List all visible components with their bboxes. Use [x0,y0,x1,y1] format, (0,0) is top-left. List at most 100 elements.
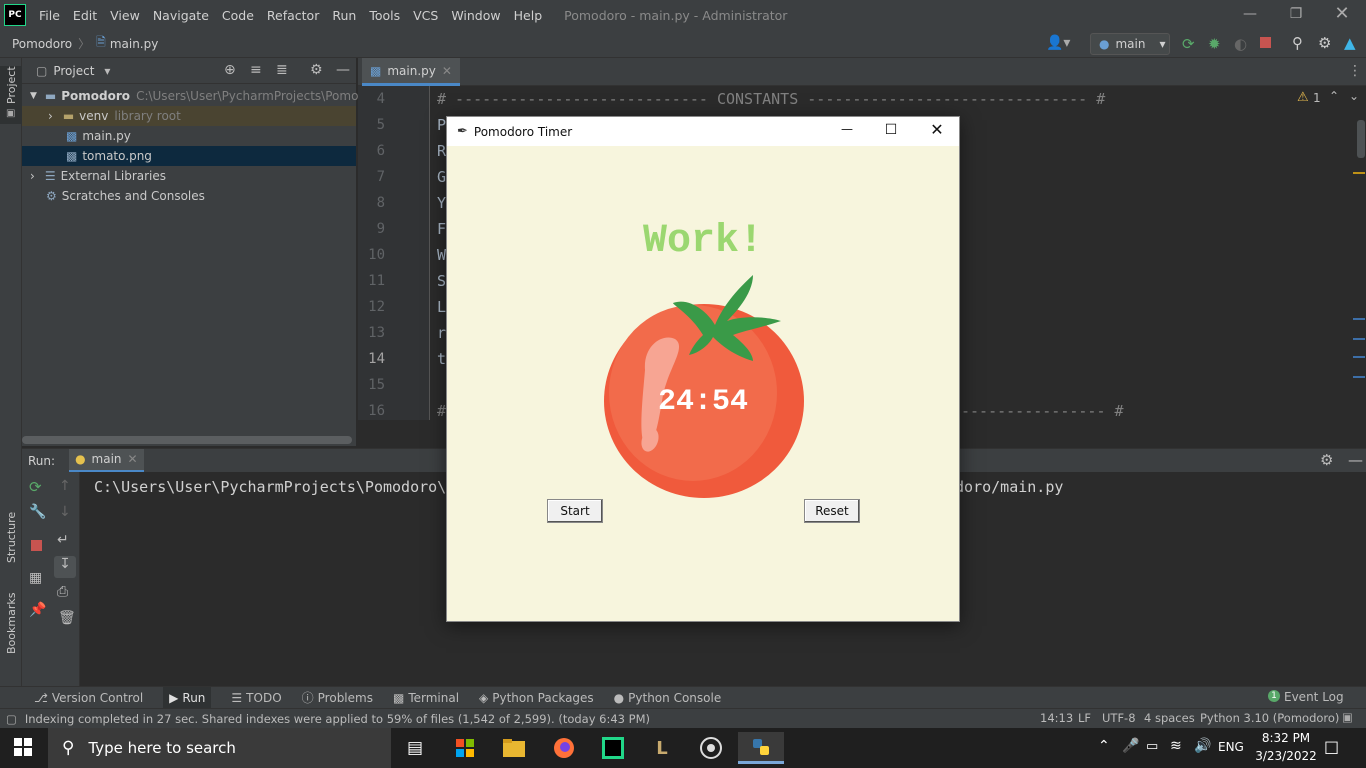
horizontal-scrollbar[interactable] [22,436,352,444]
restore-icon[interactable]: ❐ [1286,6,1306,24]
minimize-icon[interactable]: — [1240,6,1260,24]
close-tab-icon[interactable]: ✕ [128,452,138,466]
vertical-scrollbar[interactable] [1357,120,1365,158]
search-icon[interactable]: ⚲ [1292,34,1303,52]
scroll-to-end-icon[interactable]: ↧ [54,556,76,578]
settings-icon[interactable]: ⚙ [1320,451,1333,469]
event-log-button[interactable]: Event Log [1284,690,1344,704]
tree-item-venv[interactable]: › ▬ venv library root [22,106,356,126]
warning-icon[interactable]: ⚠ [1297,90,1309,105]
warning-stripe-marker[interactable] [1353,172,1365,174]
pycharm-taskbar-icon[interactable] [590,732,636,764]
python-app-icon[interactable] [738,732,784,764]
wrench-icon[interactable]: 🔧 [29,504,46,520]
breadcrumb-project[interactable]: Pomodoro [12,37,72,51]
menu-file[interactable]: File [39,8,60,23]
debug-icon[interactable]: ✹ [1208,35,1221,53]
locate-icon[interactable]: ⊕ [224,62,236,78]
tool-python-packages[interactable]: ◈ Python Packages [479,691,594,705]
firefox-icon[interactable] [541,732,587,764]
file-explorer-icon[interactable] [491,732,537,764]
stop-icon[interactable] [1260,37,1271,48]
bookmarks-tool-label[interactable]: Bookmarks [5,593,18,654]
hide-panel-icon[interactable]: — [336,62,350,78]
menu-window[interactable]: Window [451,8,500,23]
run-tab-main[interactable]: ● main ✕ [69,448,144,473]
breadcrumb-file[interactable]: main.py [110,37,159,51]
tool-run[interactable]: ▶ Run [163,686,212,709]
close-icon[interactable]: ✕ [927,120,947,140]
indent-setting[interactable]: 4 spaces [1144,711,1195,725]
arrow-down-icon[interactable]: ↓ [59,504,71,520]
stop-icon[interactable] [31,540,42,551]
menu-tools[interactable]: Tools [369,8,400,23]
project-tool-label[interactable]: Project [5,66,18,104]
settings-icon[interactable]: ⚙ [1318,34,1331,52]
expand-all-icon[interactable]: ≡ [250,62,262,78]
battery-icon[interactable]: ▭ [1146,739,1158,754]
layout-icon[interactable]: ▦ [29,570,42,586]
tree-item-external-libraries[interactable]: › ☰ External Libraries [22,166,356,186]
clock-time[interactable]: 8:32 PM [1256,731,1316,745]
collapse-all-icon[interactable]: ≣ [276,62,288,78]
start-button[interactable]: Start [547,499,603,523]
league-icon[interactable]: L [639,732,685,764]
tool-terminal[interactable]: ▩ Terminal [393,691,459,705]
menu-vcs[interactable]: VCS [413,8,438,23]
pin-icon[interactable]: 📌 [29,602,46,618]
lock-icon[interactable]: ▣ [1342,710,1353,724]
menu-view[interactable]: View [110,8,140,23]
hide-panel-icon[interactable]: — [1348,451,1363,469]
language-indicator[interactable]: ENG [1218,740,1244,754]
status-toggle-icon[interactable]: ▢ [6,712,17,726]
cursor-position[interactable]: 14:13 [1040,711,1073,725]
menu-help[interactable]: Help [514,8,543,23]
tool-version-control[interactable]: ⎇ Version Control [34,691,143,705]
python-interpreter[interactable]: Python 3.10 (Pomodoro) [1200,711,1339,725]
status-message[interactable]: Indexing completed in 27 sec. Shared ind… [25,712,650,726]
more-options-icon[interactable]: ⋮ [1348,63,1362,79]
menu-edit[interactable]: Edit [73,8,97,23]
run-configuration-select[interactable]: ● main ▾ [1090,33,1170,55]
tool-todo[interactable]: ☰ TODO [231,691,281,705]
jetbrains-toolbox-icon[interactable]: ▲ [1344,34,1356,52]
coverage-icon[interactable]: ◐ [1234,35,1247,53]
clock-date[interactable]: 3/23/2022 [1252,749,1320,763]
rerun-icon[interactable]: ⟳ [1182,35,1195,53]
arrow-up-icon[interactable]: ↑ [59,478,71,494]
close-icon[interactable]: ✕ [1332,3,1352,24]
structure-tool-label[interactable]: Structure [5,512,18,563]
rerun-icon[interactable]: ⟳ [29,478,42,496]
notification-icon[interactable]: □ [1324,737,1339,756]
windows-start-icon[interactable] [14,738,32,756]
soft-wrap-icon[interactable]: ↵ [57,532,69,548]
tool-python-console[interactable]: ● Python Console [614,691,722,705]
menu-run[interactable]: Run [332,8,356,23]
chevron-up-icon[interactable]: ⌃ [1329,89,1339,103]
close-tab-icon[interactable]: ✕ [442,64,452,78]
obs-icon[interactable] [688,732,734,764]
volume-icon[interactable]: 🔊 [1194,738,1211,754]
chevron-up-icon[interactable]: ⌃ [1098,738,1110,754]
chevron-down-icon[interactable]: ⌄ [1349,89,1359,103]
minimize-icon[interactable]: — [837,122,857,142]
wifi-icon[interactable]: ≋ [1170,738,1182,754]
chevron-down-icon[interactable]: ▾ [104,64,110,78]
file-encoding[interactable]: UTF-8 [1102,711,1136,725]
tool-problems[interactable]: ⓘ Problems [302,689,373,706]
editor-tab-main-py[interactable]: ▩ main.py ✕ [362,58,460,86]
task-view-icon[interactable]: ▤ [392,732,438,764]
microsoft-store-icon[interactable] [442,732,488,764]
menu-refactor[interactable]: Refactor [267,8,319,23]
taskbar-search-box[interactable]: ⚲ Type here to search [48,728,391,768]
menu-code[interactable]: Code [222,8,254,23]
settings-icon[interactable]: ⚙ [310,62,323,78]
tree-root-pomodoro[interactable]: ▼ ▬ Pomodoro C:\Users\User\PycharmProjec… [22,86,385,106]
tree-item-main-py[interactable]: ▩ main.py [22,126,356,146]
user-icon[interactable]: 👤▾ [1046,35,1070,51]
tree-item-scratches[interactable]: ⚙ Scratches and Consoles [22,186,356,206]
microphone-icon[interactable]: 🎤 [1122,738,1139,754]
menu-navigate[interactable]: Navigate [153,8,209,23]
project-view-label[interactable]: Project [53,64,94,78]
reset-button[interactable]: Reset [804,499,860,523]
